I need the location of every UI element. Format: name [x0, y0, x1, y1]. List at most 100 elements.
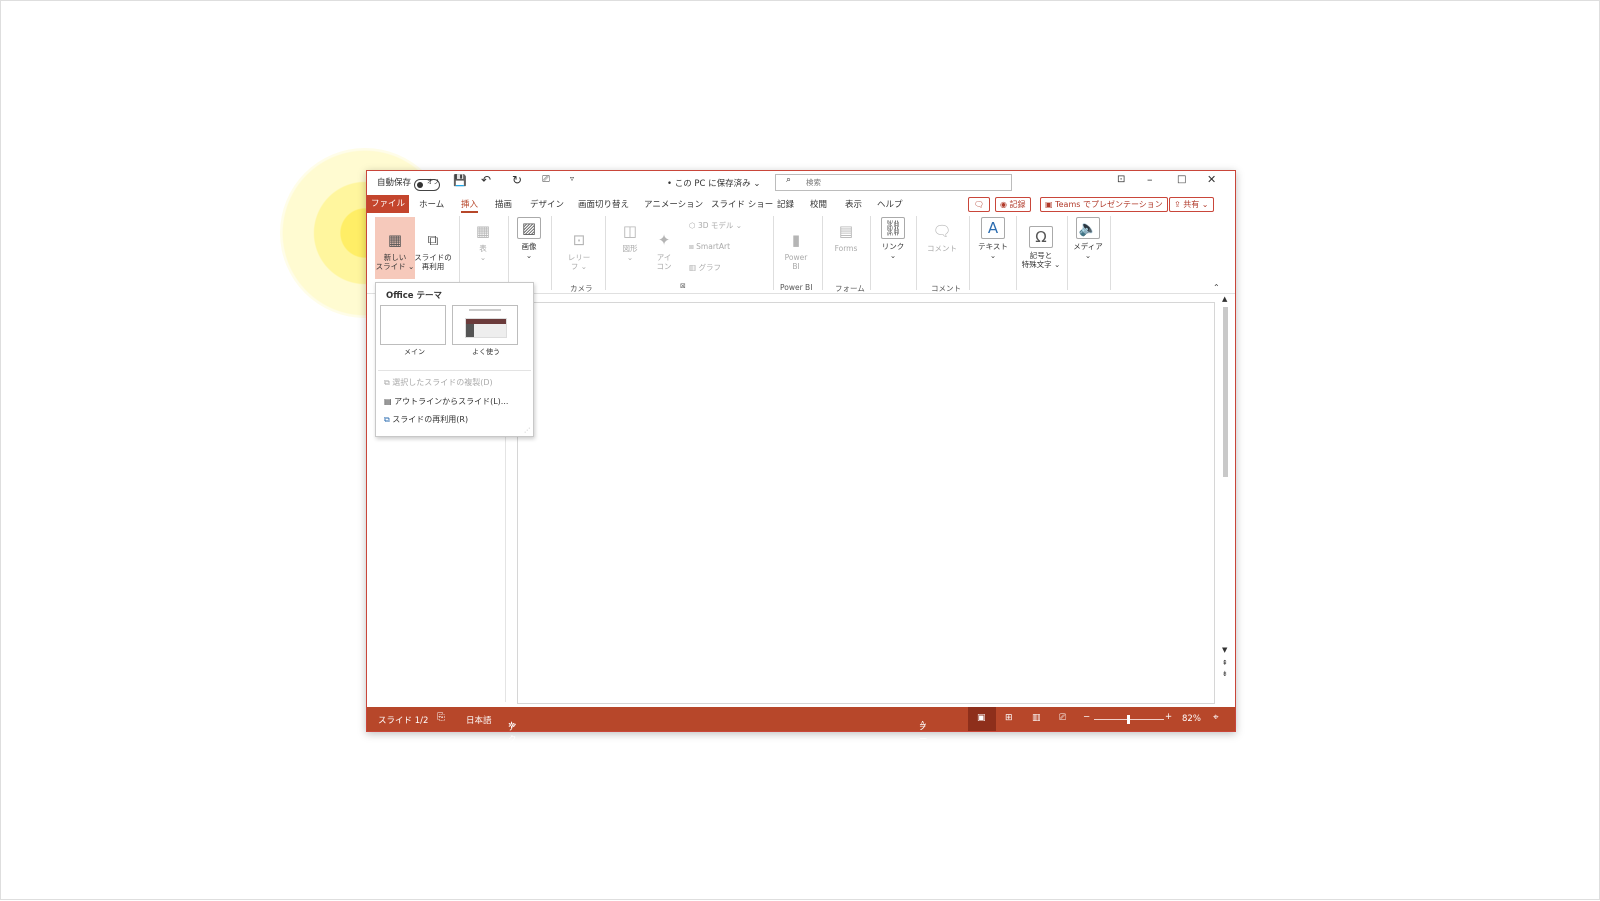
layout-label-frequent: よく使う	[472, 348, 500, 356]
group-label-powerbi: Power BI	[780, 283, 813, 292]
image-icon: ▨	[517, 217, 541, 239]
tab-view[interactable]: 表示	[845, 198, 862, 210]
tab-animations[interactable]: アニメーション	[644, 198, 703, 210]
slide-sorter-icon[interactable]: ⊞	[1005, 713, 1013, 723]
teams-label: Teams でプレゼンテーション	[1055, 200, 1163, 209]
minimize-icon[interactable]: –	[1147, 173, 1153, 186]
autosave-label: 自動保存	[377, 178, 412, 188]
reuse-label: スライドの再利用(R)	[392, 415, 469, 424]
cameo-button[interactable]: ⊡ レリー フ ⌄	[563, 221, 595, 271]
prev-slide-icon[interactable]: ⇞	[1222, 659, 1228, 667]
maximize-icon[interactable]: □	[1177, 174, 1186, 185]
smartart-button[interactable]: ⧈ SmartArt	[689, 242, 761, 251]
image-button[interactable]: ▨ 画像 ⌄	[513, 217, 545, 260]
zoom-in-icon[interactable]: +	[1165, 712, 1172, 722]
scroll-thumb[interactable]	[1223, 307, 1228, 477]
shapes-button[interactable]: ◫ 図形 ⌄	[615, 221, 645, 262]
duplicate-slide-item[interactable]: ⧉ 選択したスライドの複製(D)	[384, 377, 493, 388]
3d-models-button[interactable]: ⬡ 3D モデル ⌄	[689, 221, 761, 230]
forms-button[interactable]: ▤ Forms	[829, 221, 863, 253]
new-slide-label: 新しい スライド ⌄	[375, 253, 415, 271]
tab-home[interactable]: ホーム	[419, 198, 444, 210]
autosave-toggle[interactable]: オフ	[414, 176, 440, 195]
comments-button[interactable]: 🗨	[968, 197, 990, 212]
chart-icon: ▥	[689, 263, 697, 272]
table-button[interactable]: ▦ 表 ⌄	[467, 221, 499, 262]
comment-label: コメント	[927, 244, 957, 253]
teams-present-button[interactable]: ▣ Teams でプレゼンテーション	[1040, 197, 1168, 212]
text-icon: A	[981, 217, 1005, 239]
cameo-icon: ⊡	[572, 231, 586, 249]
tab-slideshow[interactable]: スライド ショー	[711, 198, 773, 210]
group-separator	[508, 216, 509, 290]
powerbi-button[interactable]: ▮ Power BI	[779, 221, 813, 271]
new-slide-dropdown: Office テーマ メイン よく使う ⧉ 選択したスライドの複製(D) ▤ ア…	[375, 282, 534, 437]
scroll-up-icon[interactable]: ▲	[1222, 295, 1227, 303]
thumb-title-line	[469, 309, 501, 311]
tab-record[interactable]: 記録	[777, 198, 794, 210]
next-slide-icon[interactable]: ⇟	[1222, 670, 1228, 678]
layout-thumb-frequent[interactable]	[452, 305, 518, 345]
tab-transitions[interactable]: 画面切り替え	[578, 198, 629, 210]
close-icon[interactable]: ✕	[1207, 173, 1216, 186]
save-icon[interactable]: 💾	[453, 174, 467, 187]
link-button[interactable]: ⛓ リンク ⌄	[877, 217, 909, 260]
cameo-label: レリー フ ⌄	[567, 253, 591, 271]
group-separator	[870, 216, 871, 290]
reuse-slides-button[interactable]: ⧉ スライドの 再利用	[413, 221, 453, 271]
omega-icon: Ω	[1029, 226, 1053, 248]
language-indicator[interactable]: 日本語	[466, 714, 492, 726]
ribbon-display-icon[interactable]: ⊡	[1117, 174, 1125, 185]
fit-to-window-icon[interactable]: ⌖	[1213, 712, 1219, 723]
illustrations-launcher-icon[interactable]: ⊠	[680, 282, 686, 290]
text-label: テキスト	[978, 242, 1008, 251]
layout-thumb-main[interactable]	[380, 305, 446, 345]
new-slide-button[interactable]: ▦ 新しい スライド ⌄	[375, 221, 415, 271]
share-button[interactable]: ⇪ 共有 ⌄	[1169, 197, 1214, 212]
zoom-out-icon[interactable]: −	[1083, 712, 1090, 722]
tab-design[interactable]: デザイン	[530, 198, 564, 210]
text-button[interactable]: A テキスト ⌄	[975, 217, 1011, 260]
outline-label: アウトラインからスライド(L)...	[394, 397, 509, 406]
powerpoint-window: 自動保存 オフ 💾 ↶ ↻ ⎚ ▿ • この PC に保存済み ⌄ ⌕ 検索 ⊡…	[366, 170, 1236, 901]
tab-review[interactable]: 校閲	[810, 198, 827, 210]
thumb-table	[465, 318, 507, 338]
group-separator	[916, 216, 917, 290]
comment-button[interactable]: 🗨 コメント	[923, 221, 961, 253]
tab-file[interactable]: ファイル	[367, 195, 409, 213]
tab-insert[interactable]: 挿入	[461, 198, 479, 213]
reading-view-icon[interactable]: ▥	[1032, 713, 1041, 723]
slides-from-outline-item[interactable]: ▤ アウトラインからスライド(L)...	[384, 396, 508, 407]
slide-canvas[interactable]	[517, 302, 1215, 704]
record-button[interactable]: ◉ 記録	[995, 197, 1031, 212]
icons-icon: ✦	[657, 231, 671, 249]
undo-icon[interactable]: ↶	[481, 173, 491, 187]
collapse-ribbon-icon[interactable]: ⌃	[1213, 283, 1220, 292]
link-icon: ⛓	[881, 217, 905, 239]
tab-draw[interactable]: 描画	[495, 198, 512, 210]
present-icon[interactable]: ⎚	[542, 174, 550, 185]
customize-qat-icon[interactable]: ▿	[570, 174, 574, 183]
resize-grip-icon[interactable]: ⋰	[524, 427, 530, 434]
media-button[interactable]: 🔈 メディア ⌄	[1071, 217, 1105, 260]
vertical-scrollbar[interactable]: ▲ ▼ ⇞ ⇟	[1221, 295, 1231, 703]
chart-button[interactable]: ▥ グラフ	[689, 263, 761, 272]
zoom-slider-thumb[interactable]	[1127, 715, 1130, 724]
search-box[interactable]: ⌕ 検索	[775, 174, 1012, 191]
reuse-slides-item[interactable]: ⧉ スライドの再利用(R)	[384, 414, 468, 425]
thumb-table-col	[466, 324, 474, 337]
redo-icon[interactable]: ↻	[512, 173, 522, 187]
normal-view-button[interactable]: ▣	[968, 707, 996, 731]
image-label: 画像	[521, 242, 537, 251]
scroll-down-icon[interactable]: ▼	[1222, 646, 1227, 654]
tab-help[interactable]: ヘルプ	[877, 198, 903, 210]
document-title[interactable]: • この PC に保存済み ⌄	[667, 177, 761, 189]
zoom-level[interactable]: 82%	[1182, 714, 1201, 724]
slideshow-view-icon[interactable]: ⎚	[1059, 713, 1066, 723]
icons-button[interactable]: ✦ アイ コン	[649, 221, 679, 271]
dropdown-header: Office テーマ	[386, 291, 442, 301]
group-separator	[459, 216, 460, 290]
spellcheck-icon[interactable]: ⎘	[437, 712, 445, 723]
group-separator	[1110, 216, 1111, 290]
symbols-button[interactable]: Ω 記号と 特殊文字 ⌄	[1018, 217, 1064, 269]
